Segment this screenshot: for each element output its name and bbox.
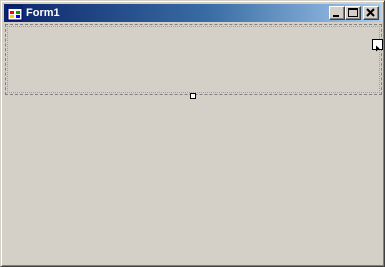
window-title: Form1 xyxy=(26,7,60,19)
bottom-resize-handle[interactable] xyxy=(190,93,196,99)
minimize-icon xyxy=(333,15,339,17)
close-icon xyxy=(366,8,375,17)
title-bar[interactable]: Form1 xyxy=(4,4,381,22)
maximize-button[interactable] xyxy=(345,6,361,20)
maximize-icon xyxy=(348,8,358,17)
form1-window: Form1 xyxy=(0,0,385,267)
form-app-icon[interactable] xyxy=(7,5,23,21)
smart-tag-arrow-icon[interactable] xyxy=(372,39,383,52)
minimize-button[interactable] xyxy=(329,6,345,20)
docked-panel[interactable] xyxy=(5,24,383,95)
close-button[interactable] xyxy=(363,6,379,20)
